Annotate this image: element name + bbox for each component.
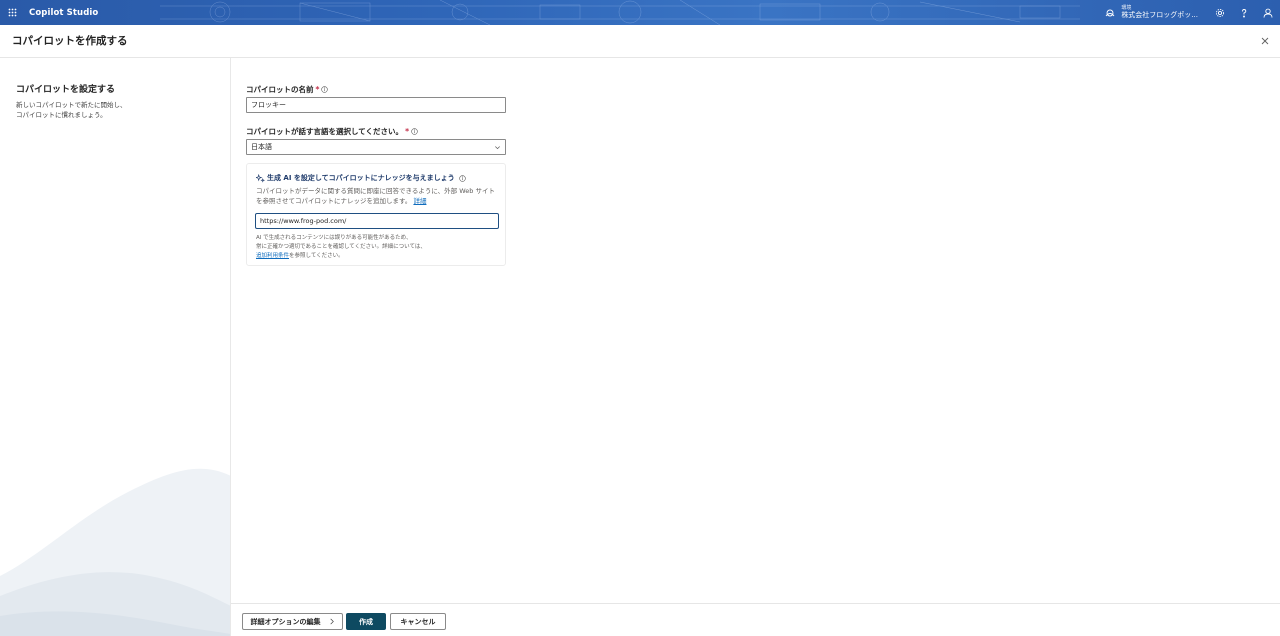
ai-card-title: 生成 AI を設定してコパイロットにナレッジを与えましょう <box>256 173 466 183</box>
disclaimer-line-2: 常に正確かつ適切であることを確認してください。詳細については、 <box>256 244 426 250</box>
cancel-button[interactable]: キャンセル <box>390 613 446 630</box>
chevron-right-icon <box>329 618 335 625</box>
help-icon[interactable] <box>1232 0 1256 25</box>
app-name[interactable]: Copilot Studio <box>29 8 98 18</box>
decorative-waves <box>0 468 230 636</box>
info-icon[interactable] <box>321 85 329 93</box>
generative-ai-card: 生成 AI を設定してコパイロットにナレッジを与えましょう コパイロットがデータ… <box>246 163 506 266</box>
left-panel-description: 新しいコパイロットで新たに開始し、 コパイロットに慣れましょう。 <box>16 100 216 120</box>
disclaimer-line-3-suffix: を参照してください。 <box>289 253 344 259</box>
website-url-input[interactable]: https://www.frog-pod.com/ <box>255 213 499 229</box>
environment-name: 株式会社フロッグポッ... <box>1121 11 1198 19</box>
ai-card-disclaimer: AI で生成されるコンテンツには誤りがある可能性があるため、 常に正確かつ適切で… <box>256 234 496 261</box>
left-desc-line-1: 新しいコパイロットで新たに開始し、 <box>16 101 127 109</box>
required-mark: * <box>405 126 409 136</box>
learn-more-link[interactable]: 詳細 <box>413 197 426 205</box>
page-header: コパイロットを作成する <box>0 25 1280 58</box>
language-label-text: コパイロットが話す言語を選択してください。 <box>246 126 404 136</box>
waffle-icon[interactable] <box>0 0 25 25</box>
create-copilot-form: コパイロットの名前 * フロッキー コパイロットが話す言語を選択してください。 … <box>246 84 508 155</box>
environment-picker[interactable]: 環境 株式会社フロッグポッ... <box>1103 6 1198 20</box>
language-select-value: 日本語 <box>251 143 272 151</box>
name-label-text: コパイロットの名前 <box>246 84 314 94</box>
disclaimer-line-1: AI で生成されるコンテンツには誤りがある可能性があるため、 <box>256 235 412 241</box>
close-icon[interactable] <box>1258 34 1272 48</box>
edit-advanced-options-button[interactable]: 詳細オプションの編集 <box>242 613 343 630</box>
left-desc-line-2: コパイロットに慣れましょう。 <box>16 111 107 119</box>
required-mark: * <box>315 84 320 94</box>
topbar-actions: 環境 株式会社フロッグポッ... <box>1103 0 1280 25</box>
ai-card-title-text: 生成 AI を設定してコパイロットにナレッジを与えましょう <box>267 174 455 182</box>
language-field-label: コパイロットが話す言語を選択してください。 * <box>246 126 508 136</box>
name-field-label: コパイロットの名前 * <box>246 84 508 94</box>
footer-bar: 詳細オプションの編集 作成 キャンセル <box>231 603 1280 636</box>
disclaimer-line-3: 追加利用条件を参照してください。 <box>256 252 496 261</box>
top-bar: Copilot Studio 環境 株式会社フロッグポッ... <box>0 0 1280 25</box>
info-icon[interactable] <box>411 127 418 135</box>
blueprint-pattern <box>160 0 1080 25</box>
environment-icon <box>1103 6 1117 20</box>
chevron-down-icon <box>494 144 501 153</box>
additional-terms-link[interactable]: 追加利用条件 <box>256 253 289 259</box>
left-panel-title: コパイロットを設定する <box>16 85 116 95</box>
account-icon[interactable] <box>1256 0 1280 25</box>
environment-label: 環境 <box>1121 5 1132 11</box>
ai-card-description: コパイロットがデータに関する質問に即座に回答できるように、外部 Web サイトを… <box>256 186 496 206</box>
settings-icon[interactable] <box>1208 0 1232 25</box>
advanced-options-label: 詳細オプションの編集 <box>250 617 321 626</box>
create-button[interactable]: 作成 <box>346 613 386 630</box>
left-panel: コパイロットを設定する 新しいコパイロットで新たに開始し、 コパイロットに慣れま… <box>0 58 231 636</box>
info-icon[interactable] <box>458 174 466 182</box>
language-select[interactable]: 日本語 <box>246 139 506 155</box>
sparkle-icon <box>256 173 265 183</box>
ai-card-desc-text: コパイロットがデータに関する質問に即座に回答できるように、外部 Web サイトを… <box>256 187 495 205</box>
page-title: コパイロットを作成する <box>12 35 128 47</box>
name-input[interactable]: フロッキー <box>246 97 506 113</box>
